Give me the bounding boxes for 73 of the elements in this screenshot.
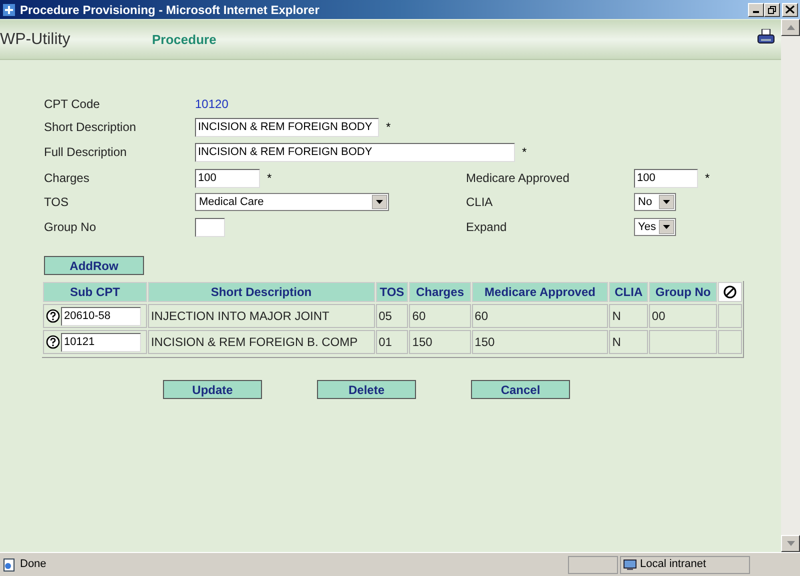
short-description-field[interactable]: INCISION & REM FOREIGN BODY — [195, 118, 379, 136]
table-cell — [648, 330, 718, 354]
field-label: TOS — [44, 194, 70, 211]
restore-icon — [767, 5, 777, 14]
table-cell: INJECTION INTO MAJOR JOINT — [148, 304, 375, 328]
group-no-field[interactable] — [195, 218, 225, 236]
browser-icon — [2, 2, 16, 16]
table-cell — [718, 304, 742, 328]
close-icon — [785, 5, 795, 14]
table-cell: 00 — [648, 304, 718, 328]
field-label: Expand — [466, 219, 508, 236]
minimize-button[interactable] — [748, 2, 764, 16]
dropdown-arrow-icon — [659, 220, 674, 234]
column-header: Medicare Approved — [472, 282, 608, 302]
action-button[interactable]: Cancel — [471, 380, 570, 399]
table-cell: 60 — [409, 304, 471, 328]
window-title: Procedure Provisioning - Microsoft Internet Explorer — [20, 2, 320, 18]
required-mark: * — [705, 170, 710, 187]
required-mark: * — [267, 170, 272, 187]
table-cell: N — [609, 330, 648, 354]
help-icon[interactable] — [46, 335, 60, 349]
zone-text: Local intranet — [640, 557, 706, 572]
table-cell: 150 — [409, 330, 471, 354]
medicare-approved-field[interactable]: 100 — [634, 168, 698, 188]
table-cell — [718, 330, 742, 354]
restore-button[interactable] — [764, 2, 780, 16]
prohibit-icon — [723, 285, 738, 299]
column-header: CLIA — [609, 282, 648, 302]
dropdown-arrow-icon — [659, 195, 674, 209]
field-label: Charges — [44, 170, 90, 187]
charges-field[interactable]: 100 — [195, 168, 260, 188]
close-button[interactable] — [782, 2, 798, 16]
expand-dropdown[interactable]: Yes — [634, 218, 676, 236]
column-header: Charges — [409, 282, 471, 302]
sub-cpt-field[interactable]: 10121 — [61, 332, 141, 352]
printer-icon[interactable] — [757, 28, 775, 44]
action-button[interactable]: Delete — [317, 380, 416, 399]
field-label: Medicare Approved — [466, 170, 570, 187]
app-name: WP-Utility — [0, 30, 72, 50]
required-mark: * — [522, 144, 527, 161]
page-title: Procedure — [152, 30, 218, 49]
column-header: TOS — [376, 282, 408, 302]
full-description-field[interactable]: INCISION & REM FOREIGN BODY — [195, 142, 515, 162]
clia-dropdown[interactable]: No — [634, 193, 676, 211]
status-text: Done — [20, 557, 48, 572]
action-button[interactable]: Update — [163, 380, 262, 399]
add-row-button[interactable]: AddRow — [44, 256, 144, 275]
scrollbar[interactable] — [781, 19, 800, 552]
table-cell: 05 — [376, 304, 408, 328]
table-cell: 60 — [472, 304, 608, 328]
required-mark: * — [386, 119, 391, 136]
sub-cpt-field[interactable]: 20610-58 — [61, 306, 141, 326]
field-label: Full Description — [44, 144, 128, 161]
table-cell: N — [609, 304, 648, 328]
cpt-code-value: 10120 — [195, 96, 228, 112]
table-cell: 01 — [376, 330, 408, 354]
dropdown-arrow-icon — [372, 195, 387, 209]
field-label: Short Description — [44, 119, 138, 136]
column-header: Group No — [648, 282, 718, 302]
field-label: Group No — [44, 219, 98, 236]
field-label: CPT Code — [44, 96, 101, 112]
table-cell: 150 — [472, 330, 608, 354]
help-icon[interactable] — [46, 309, 60, 323]
scroll-down-icon — [786, 541, 794, 546]
tos-dropdown[interactable]: Medical Care — [195, 193, 389, 211]
intranet-icon — [623, 558, 637, 570]
status-pane — [568, 556, 618, 574]
table-cell: INCISION & REM FOREIGN B. COMP — [148, 330, 375, 354]
column-header: Sub CPT — [43, 282, 147, 302]
page-icon — [2, 558, 16, 572]
field-label: CLIA — [466, 194, 494, 211]
scroll-up-icon — [786, 25, 794, 30]
column-header: Short Description — [148, 282, 375, 302]
